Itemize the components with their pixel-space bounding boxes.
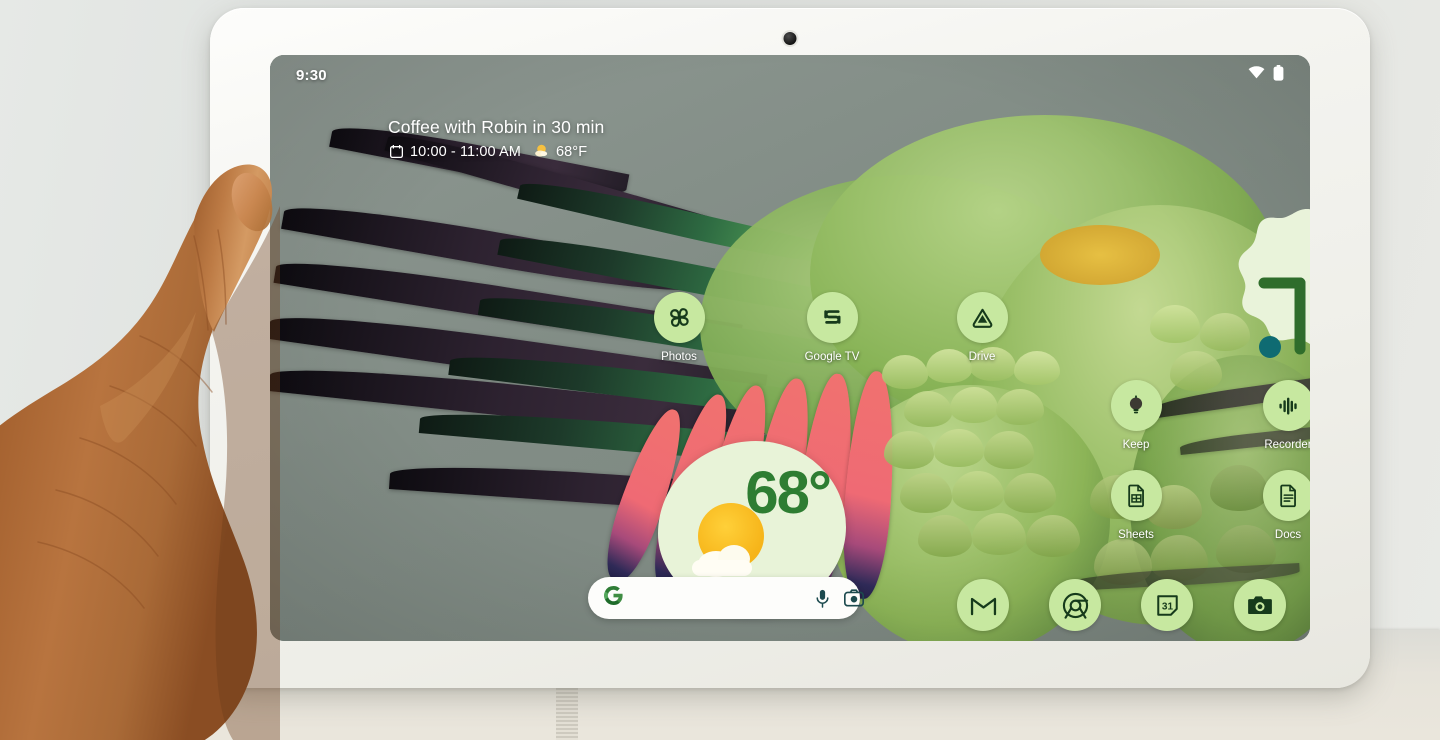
sheets-icon — [1110, 470, 1162, 521]
search-input[interactable] — [631, 590, 807, 606]
glance-time-range: 10:00 - 11:00 AM — [410, 143, 521, 160]
app-label: Google TV — [804, 351, 860, 363]
camera-icon — [1248, 596, 1272, 615]
google-tv-icon — [806, 292, 858, 343]
chrome-icon — [1062, 592, 1088, 619]
status-bar: 9:30 — [270, 55, 1310, 95]
app-icon-drive[interactable]: Drive — [936, 292, 1028, 363]
weather-temperature: 68° — [745, 459, 832, 526]
app-label: Sheets — [1118, 529, 1154, 541]
dock-icon-camera[interactable] — [1234, 579, 1286, 631]
sun-behind-cloud-icon — [534, 143, 549, 160]
status-bar-clock: 9:30 — [296, 66, 327, 84]
docs-icon — [1262, 470, 1310, 521]
calendar-31-icon: 31 — [1156, 594, 1178, 616]
app-icon-recorder[interactable]: Recorder — [1242, 380, 1310, 451]
app-label: Photos — [661, 351, 697, 363]
microphone-icon[interactable] — [815, 589, 830, 608]
google-g-icon — [604, 586, 623, 610]
photo-scene: 9:30 Coffee with Robin in 30 min 10:00 -… — [0, 0, 1440, 740]
app-label: Recorder — [1264, 439, 1310, 451]
cloud-shape — [692, 543, 766, 577]
dock-icon-gmail[interactable] — [957, 579, 1009, 631]
drive-icon — [956, 292, 1008, 343]
app-label: Docs — [1274, 529, 1302, 541]
app-icon-google-tv[interactable]: Google TV — [786, 292, 878, 363]
glance-subtitle: 10:00 - 11:00 AM 68°F — [388, 143, 948, 160]
dock-icon-chrome[interactable] — [1049, 579, 1101, 631]
keep-icon — [1110, 380, 1162, 431]
hand-holding-tablet — [0, 86, 280, 740]
camera-lens-icon[interactable] — [844, 589, 864, 607]
svg-text:31: 31 — [1161, 601, 1173, 612]
front-camera-icon — [783, 32, 797, 45]
at-a-glance-widget[interactable]: Coffee with Robin in 30 min 10:00 - 11:0… — [388, 117, 948, 160]
app-icon-keep[interactable]: Keep — [1090, 380, 1182, 451]
app-icon-docs[interactable]: Docs — [1242, 470, 1310, 541]
glance-temperature: 68°F — [555, 143, 588, 160]
clock-accent-dot — [1259, 336, 1281, 358]
tablet-screen[interactable]: 9:30 Coffee with Robin in 30 min 10:00 -… — [270, 55, 1310, 641]
calendar-icon — [389, 144, 404, 158]
battery-icon — [1273, 64, 1284, 86]
wifi-icon — [1248, 66, 1265, 84]
app-label: Keep — [1122, 439, 1150, 451]
dock-icon-calendar[interactable]: 31 — [1141, 579, 1193, 631]
recorder-icon — [1262, 380, 1310, 431]
app-icon-photos[interactable]: Photos — [633, 292, 725, 363]
tablet-device: 9:30 Coffee with Robin in 30 min 10:00 -… — [210, 8, 1370, 688]
clock-widget[interactable]: Thu 4 — [1212, 207, 1310, 375]
gmail-icon — [970, 597, 996, 615]
google-search-bar[interactable] — [588, 577, 864, 619]
app-label: Drive — [968, 351, 996, 363]
photos-icon — [653, 292, 705, 343]
glance-title: Coffee with Robin in 30 min — [388, 117, 605, 137]
clock-hands — [1258, 277, 1306, 358]
app-icon-sheets[interactable]: Sheets — [1090, 470, 1182, 541]
